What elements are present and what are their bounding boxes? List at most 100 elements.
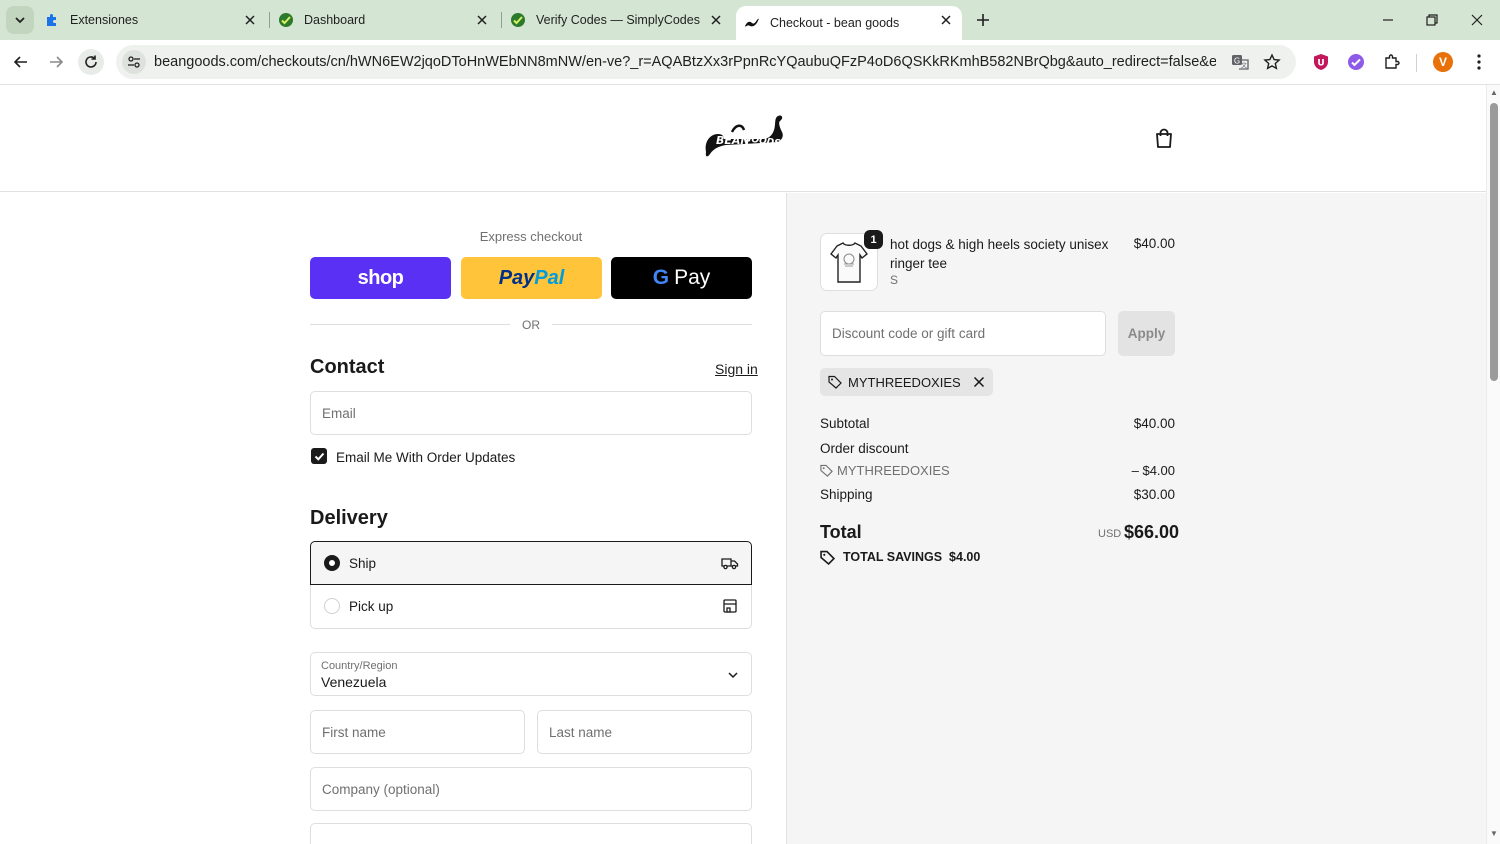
delivery-title: Delivery: [310, 507, 388, 529]
tab-title: Verify Codes — SimplyCodes: [536, 13, 700, 27]
company-placeholder: Company (optional): [322, 782, 440, 797]
savings-value: $4.00: [949, 550, 981, 564]
tab-search-button[interactable]: [6, 6, 34, 34]
store-icon: [721, 597, 739, 615]
delivery-option-pickup[interactable]: Pick up: [310, 585, 752, 629]
more-menu-icon[interactable]: [1469, 52, 1489, 72]
paypal-label-pay: Pay: [498, 266, 535, 289]
last-name-field[interactable]: Last name: [537, 710, 752, 754]
company-field[interactable]: Company (optional): [310, 767, 752, 811]
minimize-button[interactable]: [1378, 10, 1398, 30]
email-field[interactable]: Email: [310, 391, 752, 435]
tag-icon: [820, 464, 833, 477]
delivery-option-label: Ship: [349, 556, 377, 571]
total-value: $66.00: [1124, 522, 1180, 542]
order-discount-row: Order discount: [820, 441, 1175, 456]
tag-icon: [828, 375, 842, 389]
ublock-icon[interactable]: U: [1311, 52, 1331, 72]
close-icon: [1471, 14, 1483, 26]
close-icon[interactable]: [242, 12, 258, 28]
discount-code-input[interactable]: Discount code or gift card: [820, 311, 1106, 356]
shipping-value: $30.00: [1133, 487, 1175, 502]
delivery-option-ship[interactable]: Ship: [310, 541, 752, 585]
remove-discount-icon[interactable]: [973, 376, 985, 388]
back-button[interactable]: [8, 49, 34, 75]
tab-title: Dashboard: [304, 13, 366, 27]
shop-pay-button[interactable]: shop: [310, 257, 451, 299]
checkout-content: Express checkout shop Pay Pal G Pay OR Con…: [0, 85, 1486, 844]
forward-button[interactable]: [43, 49, 69, 75]
scroll-thumb[interactable]: [1490, 103, 1498, 381]
order-discount-label: Order discount: [820, 441, 909, 456]
product-price: $40.00: [1133, 236, 1175, 251]
google-g-icon: G: [652, 266, 670, 289]
google-pay-label: Pay: [674, 266, 711, 289]
close-icon[interactable]: [708, 12, 724, 28]
extensions-puzzle-icon[interactable]: [1382, 52, 1402, 72]
profile-avatar[interactable]: V: [1433, 52, 1453, 72]
browser-toolbar: beangoods.com/checkouts/cn/hWN6EW2jqoDTo…: [0, 40, 1500, 85]
svg-text:U: U: [1317, 59, 1324, 69]
tab-verify-codes[interactable]: Verify Codes — SimplyCodes: [510, 0, 732, 40]
sign-in-link[interactable]: Sign in: [715, 361, 758, 377]
discount-code-line-label: MYTHREEDOXIES: [837, 463, 950, 478]
close-window-button[interactable]: [1467, 10, 1487, 30]
reload-icon: [85, 55, 97, 68]
radio-selected[interactable]: [324, 555, 340, 571]
tag-icon: [820, 550, 836, 566]
tab-extensiones[interactable]: Extensiones: [44, 0, 266, 40]
restore-button[interactable]: [1422, 10, 1442, 30]
tab-checkout-bean-goods[interactable]: Checkout - bean goods: [736, 6, 962, 40]
new-tab-button[interactable]: [972, 9, 994, 31]
quantity-badge: 1: [864, 230, 883, 249]
extension-icon[interactable]: [1346, 52, 1366, 72]
subtotal-row: Subtotal $40.00: [820, 416, 1175, 431]
svg-text:G: G: [1234, 57, 1240, 66]
address-field[interactable]: [310, 823, 752, 844]
arrow-left-icon: [13, 56, 27, 68]
url-text[interactable]: beangoods.com/checkouts/cn/hWN6EW2jqoDTo…: [154, 54, 1216, 70]
country-value: Venezuela: [321, 674, 387, 690]
close-icon[interactable]: [474, 12, 490, 28]
total-label: Total: [820, 522, 862, 542]
reload-button[interactable]: [78, 49, 104, 75]
tab-dashboard[interactable]: Dashboard: [278, 0, 498, 40]
translate-icon[interactable]: G文: [1230, 52, 1250, 72]
page-scrollbar[interactable]: ▲ ▼: [1486, 85, 1500, 844]
plus-icon: [977, 14, 989, 26]
paypal-button[interactable]: Pay Pal: [461, 257, 602, 299]
simplycodes-icon: [510, 12, 526, 28]
toolbar-divider: [1416, 54, 1417, 72]
delivery-method-group: Ship Pick up: [310, 541, 752, 629]
restore-icon: [1426, 14, 1438, 26]
first-name-field[interactable]: First name: [310, 710, 525, 754]
bookmark-star-icon[interactable]: [1262, 52, 1282, 72]
contact-title: Contact: [310, 356, 385, 378]
apply-discount-button[interactable]: Apply: [1118, 311, 1175, 356]
beangoods-icon: [744, 15, 760, 31]
radio-unselected[interactable]: [324, 598, 340, 614]
chevron-down-icon: [15, 17, 25, 24]
savings-label: TOTAL SAVINGS: [843, 550, 943, 564]
shipping-label: Shipping: [820, 487, 873, 502]
email-updates-checkbox[interactable]: [311, 448, 327, 464]
chevron-down-icon: [728, 672, 738, 679]
or-divider: OR: [310, 317, 752, 333]
scroll-up-icon[interactable]: ▲: [1489, 88, 1499, 98]
divider-line: [552, 324, 752, 325]
express-checkout-label: Express checkout: [479, 229, 583, 244]
first-name-placeholder: First name: [322, 725, 386, 740]
browser-tab-bar: Extensiones Dashboard Verify Codes — Sim…: [0, 0, 1500, 40]
tab-separator: [501, 12, 502, 28]
country-select[interactable]: Country/Region Venezuela: [310, 652, 752, 696]
google-pay-button[interactable]: G Pay: [611, 257, 752, 299]
site-settings-icon[interactable]: [122, 50, 146, 74]
subtotal-label: Subtotal: [820, 416, 870, 431]
close-icon[interactable]: [938, 12, 954, 28]
scroll-down-icon[interactable]: ▼: [1489, 829, 1499, 839]
address-bar[interactable]: beangoods.com/checkouts/cn/hWN6EW2jqoDTo…: [116, 45, 1296, 79]
checkmark-icon: [314, 452, 324, 461]
discount-code-line: MYTHREEDOXIES: [820, 463, 950, 478]
last-name-placeholder: Last name: [549, 725, 613, 740]
subtotal-value: $40.00: [1133, 416, 1175, 431]
